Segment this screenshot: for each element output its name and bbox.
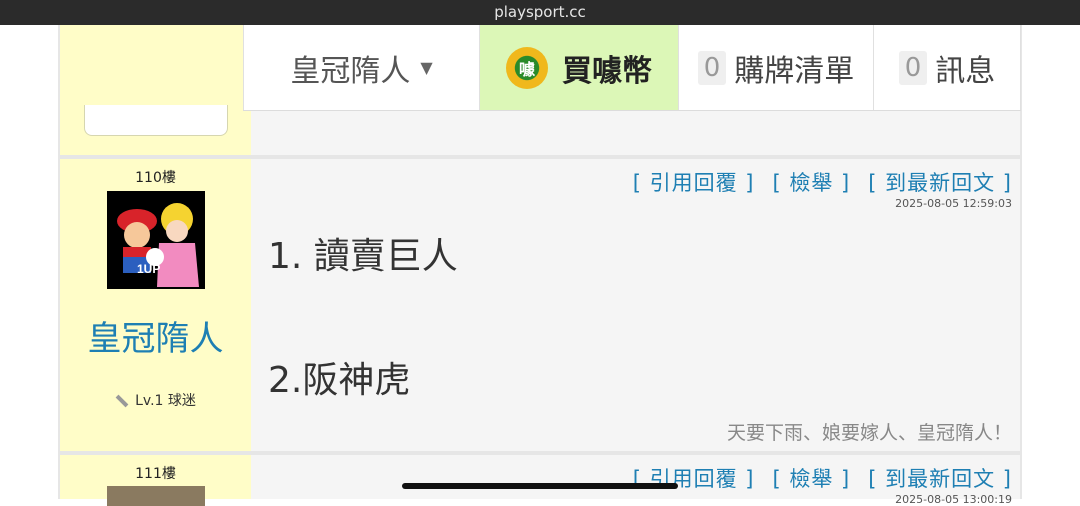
post-author-sidebar: 110樓 1UP 皇冠隋人 Lv.1 球迷 bbox=[60, 159, 251, 451]
quote-reply-link[interactable]: [ 引用回覆 ] bbox=[633, 171, 755, 195]
purchase-list-label: 購牌清單 bbox=[734, 53, 855, 89]
level-text: Lv.1 bbox=[135, 393, 164, 409]
cart-count-badge: 0 bbox=[697, 50, 727, 85]
avatar[interactable]: 1UP bbox=[106, 191, 205, 289]
author-level: Lv.1 球迷 bbox=[60, 390, 251, 410]
level-title: 球迷 bbox=[167, 393, 196, 409]
messages-label: 訊息 bbox=[935, 53, 996, 89]
top-nav: 皇冠隋人 ▼ 噱 買噱幣 0 購牌清單 0 訊息 bbox=[243, 25, 1021, 111]
mario-peach-avatar-icon: 1UP bbox=[106, 191, 205, 289]
previous-post-sidebar bbox=[60, 25, 251, 155]
user-menu[interactable]: 皇冠隋人 ▼ bbox=[243, 25, 479, 110]
pencil-icon bbox=[115, 394, 129, 408]
user-menu-label: 皇冠隋人 bbox=[290, 53, 411, 89]
post-body: [ 引用回覆 ] [ 檢舉 ] [ 到最新回文 ] 2025-08-05 12:59… bbox=[251, 159, 1020, 451]
content-line-2: 2.阪神虎 bbox=[268, 360, 411, 401]
floor-number: 111樓 bbox=[135, 466, 176, 482]
browser-url-bar[interactable]: playsport.cc bbox=[0, 0, 1080, 25]
post-timestamp: 2025-08-05 12:59:03 bbox=[895, 197, 1012, 210]
avatar-badge: 1UP bbox=[137, 262, 160, 276]
post-111: 111樓 [ 引用回覆 ][ 檢舉 ][ 到最新回文 ] 2025-08-05 … bbox=[60, 455, 1020, 506]
coin-icon: 噱 bbox=[506, 46, 548, 89]
post-content: 1. 讀賣巨人 2.阪神虎 bbox=[268, 239, 458, 399]
post-body: [ 引用回覆 ][ 檢舉 ][ 到最新回文 ] 2025-08-05 13:00… bbox=[251, 455, 1020, 506]
post-timestamp: 2025-08-05 13:00:19 bbox=[895, 493, 1012, 506]
purchase-list-button[interactable]: 0 購牌清單 bbox=[678, 25, 873, 110]
report-link[interactable]: [ 檢舉 ] bbox=[773, 467, 851, 491]
post-actions: [ 引用回覆 ] [ 檢舉 ] [ 到最新回文 ] bbox=[615, 167, 1012, 197]
post-110: 110樓 1UP 皇冠隋人 Lv.1 球迷 [引用回覆] [檢舉] [… bbox=[60, 159, 1020, 451]
message-count-badge: 0 bbox=[898, 50, 928, 85]
previous-post-box bbox=[84, 105, 228, 136]
caret-down-icon: ▼ bbox=[420, 58, 433, 77]
avatar[interactable] bbox=[106, 486, 205, 506]
messages-button[interactable]: 0 訊息 bbox=[873, 25, 1021, 110]
buy-coin-button[interactable]: 噱 買噱幣 bbox=[479, 25, 678, 110]
floor-number: 110樓 bbox=[135, 170, 176, 186]
report-link[interactable]: [ 檢舉 ] bbox=[773, 171, 851, 195]
url-text: playsport.cc bbox=[494, 3, 586, 21]
content-line-1: 1. 讀賣巨人 bbox=[268, 236, 458, 277]
author-name[interactable]: 皇冠隋人 bbox=[60, 311, 251, 360]
latest-reply-link[interactable]: [ 到最新回文 ] bbox=[868, 467, 1012, 491]
latest-reply-link[interactable]: [ 到最新回文 ] bbox=[868, 171, 1012, 195]
home-indicator[interactable] bbox=[402, 483, 678, 489]
signature: 天要下雨、娘要嫁人、皇冠隋人！ bbox=[726, 422, 1012, 444]
buy-coin-label: 買噱幣 bbox=[562, 53, 652, 89]
post-author-sidebar: 111樓 bbox=[60, 455, 251, 506]
